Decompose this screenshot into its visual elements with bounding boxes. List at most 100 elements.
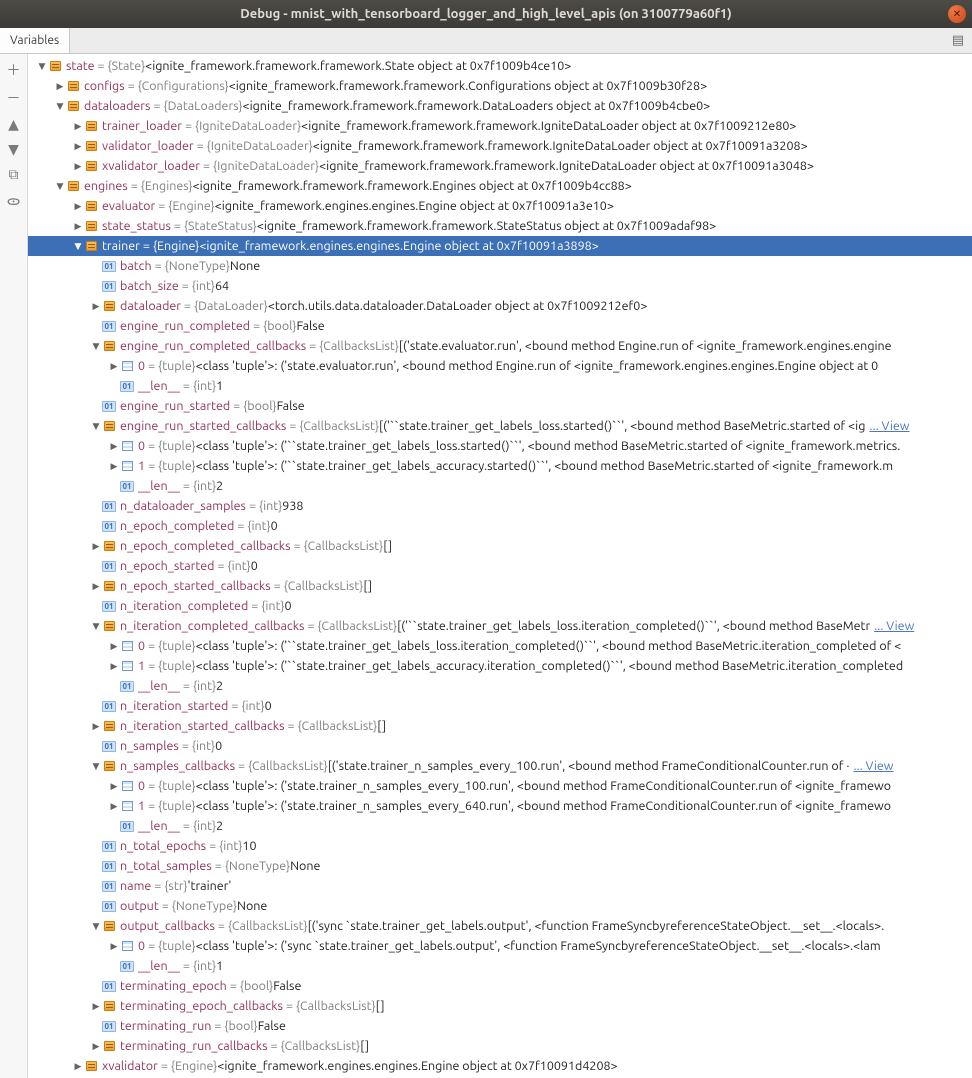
tree-row[interactable]: ▶0 = {tuple} <class 'tuple'>: ('state.tr… <box>28 776 972 796</box>
expand-arrow-icon[interactable]: ▶ <box>108 641 120 652</box>
tree-row[interactable]: ▼engine_run_completed_callbacks = {Callb… <box>28 336 972 356</box>
tree-row[interactable]: ▶n_epoch_completed_callbacks = {Callback… <box>28 536 972 556</box>
expand-arrow-icon[interactable]: ▼ <box>90 621 102 632</box>
expand-arrow-icon[interactable]: ▶ <box>90 541 102 552</box>
tree-row[interactable]: ▶01terminating_epoch = {bool} False <box>28 976 972 996</box>
expand-arrow-icon[interactable]: ▼ <box>36 61 48 72</box>
expand-arrow-icon[interactable]: ▶ <box>90 301 102 312</box>
tree-row[interactable]: ▼engines = {Engines} <ignite_framework.f… <box>28 176 972 196</box>
expand-arrow-icon[interactable]: ▶ <box>54 81 66 92</box>
tree-row[interactable]: ▶01n_epoch_started = {int} 0 <box>28 556 972 576</box>
var-name: output_callbacks <box>120 919 215 933</box>
window-close-button[interactable]: ✕ <box>948 5 966 23</box>
expand-arrow-icon[interactable]: ▼ <box>90 921 102 932</box>
tree-row[interactable]: ▼n_iteration_completed_callbacks = {Call… <box>28 616 972 636</box>
tree-row[interactable]: ▶01__len__ = {int} 2 <box>28 676 972 696</box>
expand-arrow-icon[interactable]: ▶ <box>108 361 120 372</box>
expand-arrow-icon[interactable]: ▶ <box>72 201 84 212</box>
expand-arrow-icon[interactable]: ▼ <box>90 761 102 772</box>
expand-arrow-icon[interactable]: ▶ <box>108 461 120 472</box>
tree-row[interactable]: ▶evaluator = {Engine} <ignite_framework.… <box>28 196 972 216</box>
tree-row[interactable]: ▶0 = {tuple} <class 'tuple'>: ('sync `st… <box>28 936 972 956</box>
expand-arrow-icon[interactable]: ▶ <box>72 1061 84 1072</box>
tree-row[interactable]: ▶01__len__ = {int} 1 <box>28 956 972 976</box>
tree-row[interactable]: ▶01__len__ = {int} 1 <box>28 376 972 396</box>
tree-row[interactable]: ▼dataloaders = {DataLoaders} <ignite_fra… <box>28 96 972 116</box>
expand-arrow-icon[interactable]: ▶ <box>108 441 120 452</box>
tree-row[interactable]: ▶01name = {str} 'trainer' <box>28 876 972 896</box>
tree-row[interactable]: ▶xvalidator = {Engine} <ignite_framework… <box>28 1056 972 1076</box>
tree-row[interactable]: ▶01engine_run_started = {bool} False <box>28 396 972 416</box>
tree-row[interactable]: ▶terminating_epoch_callbacks = {Callback… <box>28 996 972 1016</box>
expand-arrow-icon[interactable]: ▼ <box>54 101 66 112</box>
tree-row[interactable]: ▶validator_loader = {IgniteDataLoader} <… <box>28 136 972 156</box>
tree-row[interactable]: ▶01batch_size = {int} 64 <box>28 276 972 296</box>
tree-row[interactable]: ▶1 = {tuple} <class 'tuple'>: ('state.tr… <box>28 796 972 816</box>
tree-row[interactable]: ▶01batch = {NoneType} None <box>28 256 972 276</box>
expand-arrow-icon[interactable]: ▼ <box>72 241 84 252</box>
tree-row[interactable]: ▶0 = {tuple} <class 'tuple'>: ('``state.… <box>28 636 972 656</box>
expand-arrow-icon[interactable]: ▶ <box>72 161 84 172</box>
expand-arrow-icon[interactable]: ▶ <box>108 781 120 792</box>
tree-row[interactable]: ▶01__len__ = {int} 2 <box>28 816 972 836</box>
view-link[interactable]: ... View <box>874 619 914 633</box>
tree-row[interactable]: ▶01n_samples = {int} 0 <box>28 736 972 756</box>
expand-arrow-icon[interactable]: ▶ <box>72 121 84 132</box>
tree-row[interactable]: ▶01n_iteration_completed = {int} 0 <box>28 596 972 616</box>
tree-row[interactable]: ▶xvalidator_loader = {IgniteDataLoader} … <box>28 156 972 176</box>
tree-row[interactable]: ▶configs = {Configurations} <ignite_fram… <box>28 76 972 96</box>
expand-arrow-icon[interactable]: ▶ <box>90 1041 102 1052</box>
tree-row[interactable]: ▼trainer = {Engine} <ignite_framework.en… <box>28 236 972 256</box>
tree-row[interactable]: ▶terminating_run_callbacks = {CallbacksL… <box>28 1036 972 1056</box>
expand-arrow-icon[interactable]: ▼ <box>90 341 102 352</box>
expand-arrow-icon[interactable]: ▶ <box>72 221 84 232</box>
add-watch-icon[interactable]: ＋ <box>7 60 21 80</box>
view-link[interactable]: ... View <box>853 759 893 773</box>
tree-row[interactable]: ▶01n_iteration_started = {int} 0 <box>28 696 972 716</box>
tree-row[interactable]: ▶01n_epoch_completed = {int} 0 <box>28 516 972 536</box>
tree-row[interactable]: ▶0 = {tuple} <class 'tuple'>: ('state.ev… <box>28 356 972 376</box>
tree-row[interactable]: ▶dataloader = {DataLoader} <torch.utils.… <box>28 296 972 316</box>
tree-row[interactable]: ▶trainer_loader = {IgniteDataLoader} <ig… <box>28 116 972 136</box>
var-type: {IgniteDataLoader} <box>207 139 313 153</box>
glasses-icon[interactable]: ᯣ <box>7 191 21 210</box>
copy-icon[interactable]: ⧉ <box>9 166 19 183</box>
tree-row[interactable]: ▶01n_dataloader_samples = {int} 938 <box>28 496 972 516</box>
tree-row[interactable]: ▶01__len__ = {int} 2 <box>28 476 972 496</box>
var-type: {int} <box>192 279 215 293</box>
var-value: <ignite_framework.engines.engines.Engine… <box>217 1059 617 1073</box>
view-link[interactable]: ... View <box>869 419 909 433</box>
expand-arrow-icon[interactable]: ▶ <box>108 661 120 672</box>
tree-row[interactable]: ▶01engine_run_completed = {bool} False <box>28 316 972 336</box>
expand-arrow-icon[interactable]: ▶ <box>90 721 102 732</box>
remove-watch-icon[interactable]: － <box>7 88 21 108</box>
expand-arrow-icon[interactable]: ▼ <box>54 181 66 192</box>
tree-row[interactable]: ▼state = {State} <ignite_framework.frame… <box>28 56 972 76</box>
expand-arrow-icon[interactable]: ▶ <box>90 1001 102 1012</box>
expand-arrow-icon[interactable]: ▼ <box>90 421 102 432</box>
expand-arrow-icon[interactable]: ▶ <box>108 941 120 952</box>
move-up-icon[interactable]: ▲ <box>8 116 19 133</box>
move-down-icon[interactable]: ▼ <box>8 141 19 158</box>
expand-arrow-icon[interactable]: ▶ <box>72 141 84 152</box>
tree-row[interactable]: ▼output_callbacks = {CallbacksList} [('s… <box>28 916 972 936</box>
expand-arrow-icon[interactable]: ▶ <box>90 581 102 592</box>
expand-arrow-icon[interactable]: ▶ <box>108 801 120 812</box>
tree-row[interactable]: ▼engine_run_started_callbacks = {Callbac… <box>28 416 972 436</box>
var-value: [] <box>360 1039 369 1053</box>
tree-row[interactable]: ▶n_iteration_started_callbacks = {Callba… <box>28 716 972 736</box>
tree-row[interactable]: ▶state_status = {StateStatus} <ignite_fr… <box>28 216 972 236</box>
tree-row[interactable]: ▶1 = {tuple} <class 'tuple'>: ('``state.… <box>28 656 972 676</box>
panel-settings-button[interactable]: ▤ <box>944 28 972 53</box>
tab-variables[interactable]: Variables <box>0 28 70 53</box>
tree-row[interactable]: ▶01terminating_run = {bool} False <box>28 1016 972 1036</box>
tree-row[interactable]: ▶01n_total_epochs = {int} 10 <box>28 836 972 856</box>
tree-row[interactable]: ▶01output = {NoneType} None <box>28 896 972 916</box>
tree-row[interactable]: ▶01n_total_samples = {NoneType} None <box>28 856 972 876</box>
tree-row[interactable]: ▶1 = {tuple} <class 'tuple'>: ('``state.… <box>28 456 972 476</box>
tree-row[interactable]: ▼n_samples_callbacks = {CallbacksList} [… <box>28 756 972 776</box>
variables-tree[interactable]: ▼state = {State} <ignite_framework.frame… <box>28 54 972 1078</box>
tree-row[interactable]: ▶n_epoch_started_callbacks = {CallbacksL… <box>28 576 972 596</box>
var-value: <ignite_framework.engines.engines.Engine… <box>215 199 614 213</box>
tree-row[interactable]: ▶0 = {tuple} <class 'tuple'>: ('``state.… <box>28 436 972 456</box>
